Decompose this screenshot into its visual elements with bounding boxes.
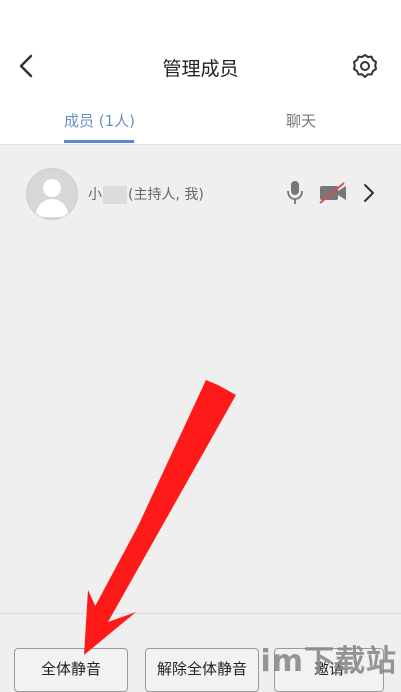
- tab-underline: [64, 140, 134, 143]
- microphone-icon: [287, 181, 303, 204]
- watermark-logo: im下载站: [260, 644, 397, 679]
- name-redaction: [103, 186, 127, 204]
- camera-toggle[interactable]: [318, 182, 348, 204]
- member-role: (主持人, 我): [128, 187, 204, 203]
- member-name-prefix: 小: [88, 187, 102, 203]
- tab-bar: 成员 (1人) 聊天: [0, 100, 401, 145]
- user-avatar-icon: [35, 179, 69, 217]
- gear-icon: [353, 54, 377, 78]
- unmute-all-button[interactable]: 解除全体静音: [145, 648, 259, 692]
- tab-members[interactable]: 成员 (1人): [64, 110, 135, 131]
- settings-button[interactable]: [351, 52, 379, 80]
- header-bar: 管理成员 成员 (1人) 聊天: [0, 0, 401, 145]
- mic-toggle[interactable]: [285, 180, 305, 206]
- bottom-divider: [0, 613, 401, 614]
- member-name: 小 (主持人, 我): [88, 184, 204, 204]
- tab-chat[interactable]: 聊天: [286, 110, 316, 131]
- page-title: 管理成员: [162, 58, 239, 80]
- member-detail-button[interactable]: [362, 182, 376, 204]
- mute-all-button[interactable]: 全体静音: [14, 648, 128, 692]
- chevron-right-icon: [364, 184, 374, 202]
- avatar: [26, 168, 78, 220]
- video-off-icon: [319, 182, 346, 204]
- member-row[interactable]: 小 (主持人, 我): [0, 160, 401, 224]
